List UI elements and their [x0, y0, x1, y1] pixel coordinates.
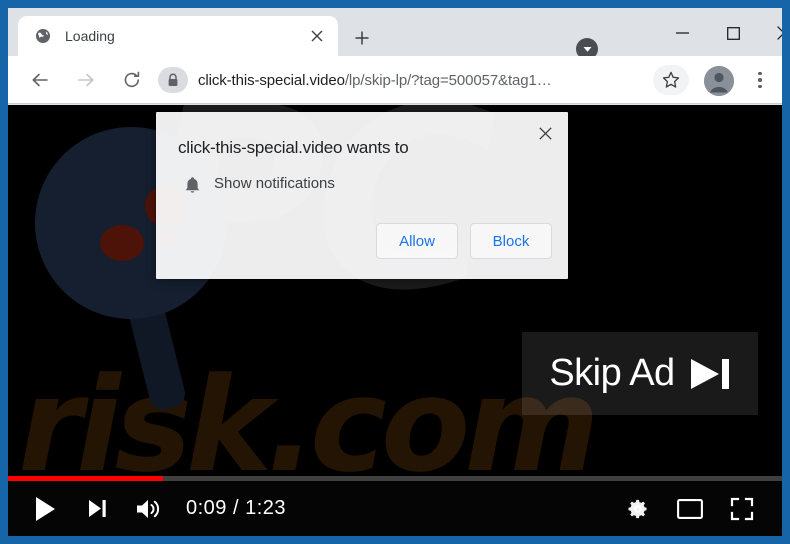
back-arrow-icon[interactable]	[24, 64, 56, 96]
video-controls-bar: 0:09 / 1:23	[8, 481, 782, 536]
tab-strip: Loading	[8, 8, 782, 60]
video-controls-right	[612, 485, 782, 533]
avatar[interactable]	[704, 66, 734, 96]
skip-ad-button[interactable]: Skip Ad	[522, 332, 758, 415]
new-tab-button[interactable]	[348, 24, 376, 52]
url-text: click-this-special.video/lp/skip-lp/?tag…	[198, 72, 552, 89]
decorative-blob	[100, 225, 144, 261]
url-domain: click-this-special.video	[198, 71, 345, 89]
play-icon[interactable]	[18, 485, 72, 533]
tab-title: Loading	[65, 28, 115, 44]
gear-icon[interactable]	[612, 485, 664, 533]
miniplayer-icon[interactable]	[664, 485, 716, 533]
star-icon[interactable]	[653, 65, 689, 95]
dialog-title: click-this-special.video wants to	[178, 138, 409, 157]
menu-dot	[758, 78, 762, 82]
lock-icon[interactable]	[158, 67, 188, 93]
block-button[interactable]: Block	[470, 223, 552, 259]
watermark-bottom: risk.com	[18, 349, 600, 501]
window-maximize-button[interactable]	[711, 18, 755, 48]
dialog-actions: Allow Block	[376, 223, 552, 259]
skip-next-icon	[689, 357, 731, 391]
address-bar[interactable]: click-this-special.video/lp/skip-lp/?tag…	[156, 66, 656, 94]
forward-arrow-icon	[70, 64, 102, 96]
notification-permission-dialog: click-this-special.video wants to Show n…	[156, 112, 568, 279]
menu-dot	[758, 71, 762, 76]
menu-dot	[758, 84, 762, 89]
globe-icon	[34, 28, 51, 45]
reload-icon[interactable]	[116, 64, 148, 96]
three-dot-menu-icon[interactable]	[746, 65, 774, 95]
window-close-button[interactable]	[762, 18, 782, 48]
fullscreen-icon[interactable]	[716, 485, 768, 533]
screenshot-frame: Loading click-this-special.video/lp/skip…	[0, 0, 790, 544]
window-minimize-button[interactable]	[660, 18, 704, 48]
allow-button[interactable]: Allow	[376, 223, 458, 259]
video-time-display: 0:09 / 1:23	[186, 497, 287, 519]
browser-window: Loading click-this-special.video/lp/skip…	[8, 8, 782, 536]
skip-ad-label: Skip Ad	[549, 352, 675, 394]
url-path: /lp/skip-lp/?tag=500057&tag1…	[344, 71, 552, 89]
bell-icon	[182, 174, 202, 196]
tab-loading[interactable]: Loading	[18, 16, 338, 56]
close-icon[interactable]	[532, 120, 558, 146]
permission-label: Show notifications	[214, 175, 335, 192]
volume-icon[interactable]	[122, 485, 174, 533]
tab-close-icon[interactable]	[304, 23, 330, 49]
next-track-icon[interactable]	[72, 485, 122, 533]
browser-toolbar: click-this-special.video/lp/skip-lp/?tag…	[8, 56, 782, 104]
